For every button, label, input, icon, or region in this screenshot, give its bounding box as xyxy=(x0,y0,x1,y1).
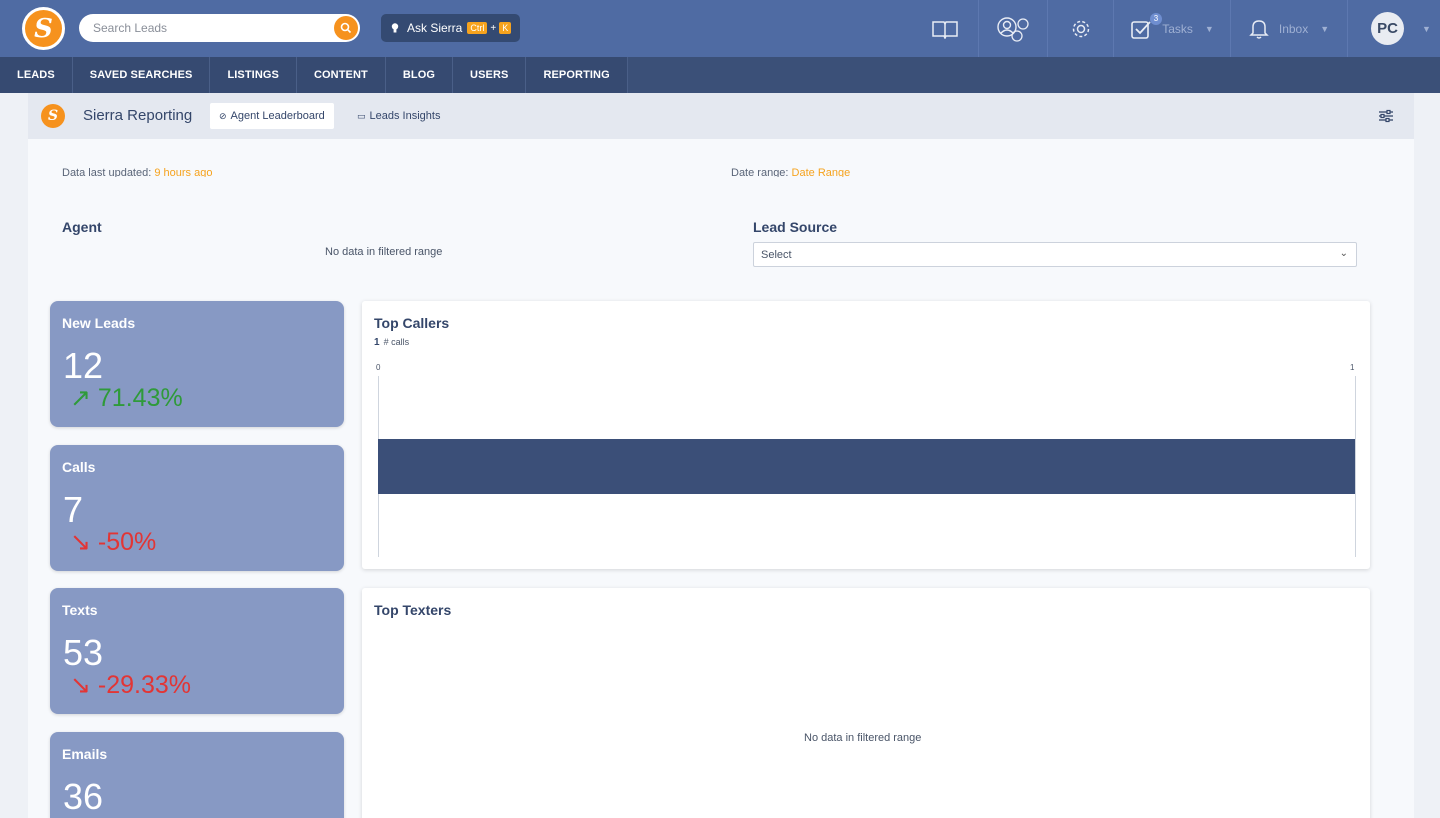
chart-legend: 1 # calls xyxy=(374,337,409,348)
date-range-label: Date range: xyxy=(731,167,789,177)
kpi-texts: Texts 53 ↘ -29.33% xyxy=(50,588,344,714)
date-range: Date range: Date Range xyxy=(731,166,850,177)
kpi-emails: Emails 36 xyxy=(50,732,344,818)
axis-line xyxy=(1355,376,1356,557)
bell-icon xyxy=(1249,19,1269,39)
checkbox-icon xyxy=(1131,20,1151,39)
tasks-button[interactable]: 3 Tasks ▼ xyxy=(1113,0,1230,57)
kpi-calls: Calls 7 ↘ -50% xyxy=(50,445,344,571)
tab-leads-insights[interactable]: ▭ Leads Insights xyxy=(348,103,449,129)
team-button[interactable] xyxy=(978,0,1047,57)
chevron-down-icon: ▼ xyxy=(1320,23,1330,34)
nav-reporting[interactable]: REPORTING xyxy=(526,57,628,93)
card-title: Top Callers xyxy=(374,315,450,331)
lead-source-label: Lead Source xyxy=(753,219,838,235)
search-button[interactable] xyxy=(334,16,358,40)
lead-source-value: Select xyxy=(761,249,792,261)
tab-agent-leaderboard[interactable]: ⊘ Agent Leaderboard xyxy=(210,103,334,129)
tab-label: Agent Leaderboard xyxy=(230,110,325,122)
gear-icon xyxy=(1072,20,1089,37)
chevron-down-icon: ⌄ xyxy=(1339,248,1348,259)
top-texters-card: Top Texters No data in filtered range xyxy=(362,588,1370,818)
arrow-down-right-icon: ↘ xyxy=(70,528,91,556)
kpi-value: 12 xyxy=(63,345,104,386)
nav-content[interactable]: CONTENT xyxy=(297,57,386,93)
inbox-button[interactable]: Inbox ▼ xyxy=(1230,0,1347,57)
avatar[interactable]: PC xyxy=(1371,12,1404,45)
kpi-change: ↗ 71.43% xyxy=(70,383,183,413)
main-nav: LEADS SAVED SEARCHES LISTINGS CONTENT BL… xyxy=(0,57,1440,93)
filter-sliders-icon[interactable] xyxy=(1378,108,1394,124)
kpi-value: 53 xyxy=(63,632,104,673)
date-range-link[interactable]: Date Range xyxy=(792,167,851,177)
sierra-logo-small: S xyxy=(41,104,65,128)
ask-sierra-button[interactable]: Ask Sierra Ctrl + K xyxy=(381,14,520,42)
book-icon xyxy=(932,20,958,39)
page-title: Sierra Reporting xyxy=(83,107,193,124)
nav-leads[interactable]: LEADS xyxy=(0,57,73,93)
axis-tick-label: 1 xyxy=(1350,363,1355,372)
tab-label: Leads Insights xyxy=(369,110,441,122)
kpi-value: 7 xyxy=(63,489,84,530)
nav-saved-searches[interactable]: SAVED SEARCHES xyxy=(73,57,211,93)
tasks-badge: 3 xyxy=(1150,13,1162,25)
kpi-title: Calls xyxy=(62,459,96,475)
arrow-down-right-icon: ↘ xyxy=(70,671,91,699)
users-icon xyxy=(997,16,1029,42)
inbox-label: Inbox xyxy=(1278,21,1309,36)
nav-listings[interactable]: LISTINGS xyxy=(210,57,297,93)
top-callers-card: Top Callers 1 # calls 01 xyxy=(362,301,1370,569)
arrow-up-right-icon: ↗ xyxy=(70,384,91,412)
kpi-title: New Leads xyxy=(62,315,136,331)
search-box xyxy=(79,14,360,42)
sierra-logo[interactable]: S xyxy=(22,7,65,50)
kpi-change: ↘ -29.33% xyxy=(70,670,191,700)
last-updated-label: Data last updated: xyxy=(62,167,152,177)
texters-no-data: No data in filtered range xyxy=(804,732,922,744)
chart-bar[interactable] xyxy=(378,439,1355,494)
chart-icon: ▭ xyxy=(357,110,366,121)
search-input[interactable] xyxy=(93,19,323,37)
chevron-down-icon: ▼ xyxy=(1204,23,1214,34)
axis-tick-label: 0 xyxy=(376,363,381,372)
settings-button[interactable] xyxy=(1047,0,1113,57)
agent-filter-label: Agent xyxy=(62,219,102,235)
nav-blog[interactable]: BLOG xyxy=(386,57,454,93)
kpi-change-value: -29.33% xyxy=(97,671,192,699)
ask-sierra-label: Ask Sierra xyxy=(407,21,463,35)
check-circle-icon: ⊘ xyxy=(219,110,227,121)
chevron-down-icon: ▼ xyxy=(1422,24,1431,34)
kpi-title: Texts xyxy=(62,602,98,618)
agent-no-data: No data in filtered range xyxy=(325,246,443,258)
kpi-change: ↘ -50% xyxy=(70,527,156,557)
resources-button[interactable] xyxy=(912,0,978,57)
kpi-new-leads: New Leads 12 ↗ 71.43% xyxy=(50,301,344,427)
lightbulb-icon xyxy=(391,23,399,33)
search-icon xyxy=(340,22,352,34)
legend-value: 1 xyxy=(374,337,380,348)
k-key: K xyxy=(499,22,512,34)
last-updated: Data last updated: 9 hours ago xyxy=(62,166,212,177)
reporting-header: S Sierra Reporting ⊘ Agent Leaderboard ▭… xyxy=(28,93,1414,139)
nav-users[interactable]: USERS xyxy=(453,57,527,93)
last-updated-value: 9 hours ago xyxy=(154,167,213,177)
legend-label: # calls xyxy=(383,337,410,347)
ctrl-key: Ctrl xyxy=(467,22,488,34)
report-content: Data last updated: 9 hours ago Date rang… xyxy=(28,139,1414,818)
lead-source-select[interactable]: Select ⌄ xyxy=(753,242,1357,267)
kpi-change-value: 71.43% xyxy=(97,384,183,412)
tasks-label: Tasks xyxy=(1162,21,1193,36)
kpi-title: Emails xyxy=(62,746,108,762)
kpi-change-value: -50% xyxy=(97,528,157,556)
card-title: Top Texters xyxy=(374,602,452,618)
plus-sign: + xyxy=(490,22,497,34)
kpi-value: 36 xyxy=(63,776,104,817)
top-bar: S Ask Sierra Ctrl + K 3 Tasks ▼ Inbox ▼ … xyxy=(0,0,1440,57)
